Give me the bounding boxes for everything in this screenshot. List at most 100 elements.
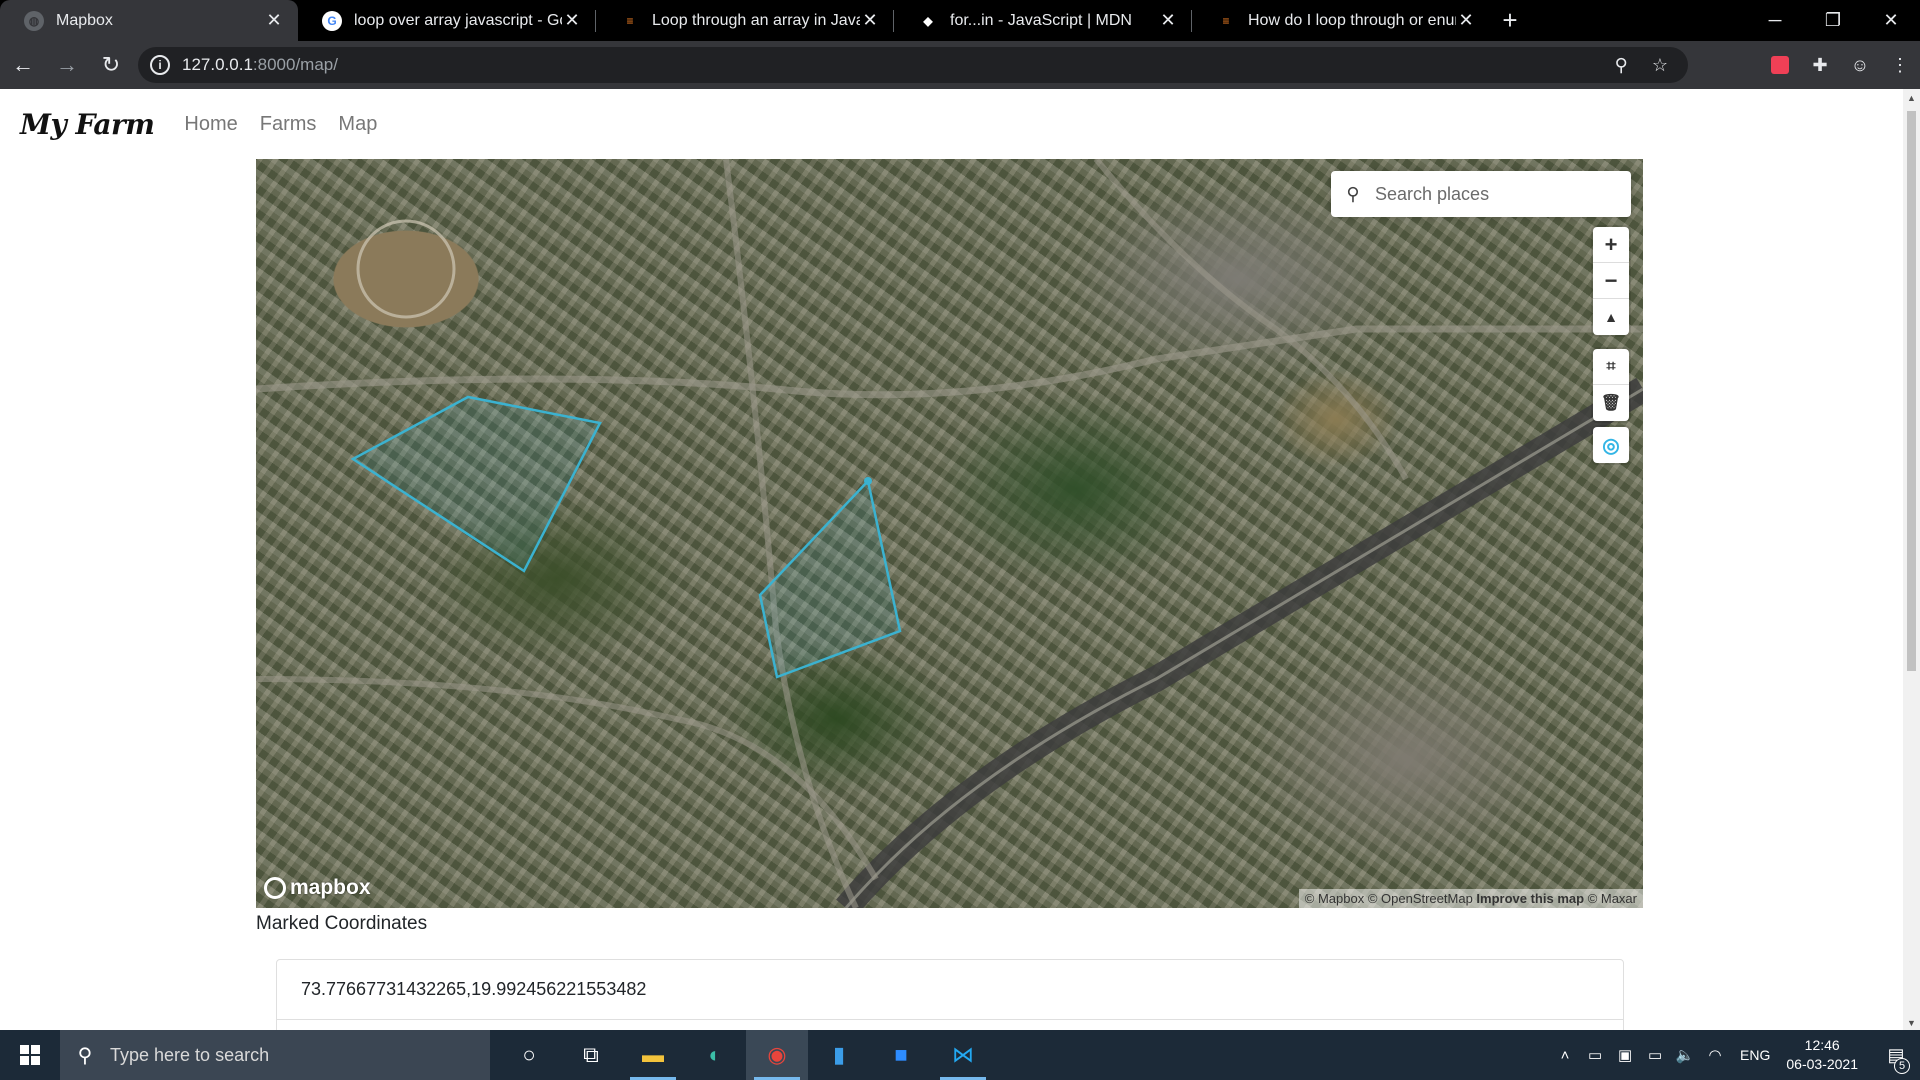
tab-google-search[interactable]: G loop over array javascript - Goog ✕ [298, 0, 596, 41]
system-tray: ˄ ▭ ▣ ▭ 🔈 ◠ ENG 12:46 06-03-2021 ▤ 5 [1550, 1030, 1920, 1080]
trash-icon[interactable]: 🗑 [1593, 385, 1629, 421]
notepad-icon[interactable]: ▮ [808, 1030, 870, 1080]
search-icon: ⚲ [77, 1044, 93, 1067]
volume-icon[interactable]: 🔈 [1670, 1046, 1700, 1064]
zoom-out-button[interactable]: − [1593, 263, 1629, 299]
scroll-down-icon[interactable]: ▼ [1903, 1018, 1920, 1028]
mdn-icon: ◆ [923, 13, 933, 28]
extensions-puzzle-icon[interactable]: ✚ [1800, 55, 1840, 76]
clock-date: 06-03-2021 [1786, 1056, 1858, 1072]
attribution-osm[interactable]: © OpenStreetMap [1368, 891, 1473, 906]
scroll-up-icon[interactable]: ▲ [1903, 93, 1920, 103]
file-explorer-icon[interactable]: ▬ [622, 1030, 684, 1080]
chrome-icon[interactable]: ◉ [746, 1030, 808, 1080]
tab-title: loop over array javascript - Goog [354, 11, 562, 29]
scrollbar-thumb[interactable] [1907, 111, 1916, 671]
map-search-box[interactable]: ⚲ [1331, 171, 1631, 217]
clock[interactable]: 12:46 06-03-2021 [1786, 1036, 1858, 1074]
close-icon[interactable]: ✕ [1158, 10, 1178, 31]
search-icon: ⚲ [1346, 183, 1360, 204]
marked-coordinates-title: Marked Coordinates [256, 913, 428, 934]
menu-kebab-icon[interactable]: ⋮ [1880, 55, 1920, 76]
close-window-icon[interactable]: ✕ [1862, 0, 1920, 41]
map-attribution: © Mapbox © OpenStreetMap Improve this ma… [1298, 889, 1643, 908]
cortana-icon[interactable]: ○ [498, 1030, 560, 1080]
tab-title: Loop through an array in JavaScr [652, 11, 860, 29]
draw-polygon-icon[interactable]: ⌗ [1593, 349, 1629, 385]
restore-icon[interactable]: ❐ [1804, 0, 1862, 41]
improve-map-link[interactable]: Improve this map [1476, 891, 1584, 906]
site-info-icon[interactable]: i [150, 55, 170, 75]
new-tab-button[interactable]: + [1490, 0, 1530, 41]
attribution-mapbox[interactable]: © Mapbox [1305, 891, 1364, 906]
nav-map[interactable]: Map [338, 113, 377, 136]
page-scrollbar[interactable]: ▲ ▼ [1903, 89, 1920, 1030]
stackoverflow-icon: ≡ [1222, 13, 1230, 28]
url-text[interactable]: 127.0.0.1:8000/map/ [182, 55, 338, 75]
cross-road [256, 676, 879, 881]
farm-polygon-1 [350, 395, 602, 573]
wifi-icon[interactable]: ◠ [1700, 1046, 1730, 1064]
chevron-up-icon[interactable]: ˄ [1550, 1047, 1580, 1064]
zoom-in-button[interactable]: + [1593, 227, 1629, 263]
search-places-input[interactable] [1375, 183, 1615, 205]
stackoverflow-icon: ≡ [626, 13, 634, 28]
windows-logo-icon [20, 1045, 40, 1065]
taskbar-search-placeholder: Type here to search [110, 1044, 270, 1065]
page-content: My Farm Home Farms Map ⚲ + − ▲ [0, 89, 1903, 1030]
task-view-icon[interactable]: ⧉ [560, 1030, 622, 1080]
bookmark-star-icon[interactable]: ☆ [1652, 55, 1668, 76]
main-highway [836, 377, 1643, 908]
farm-polygon-2 [758, 478, 902, 679]
vscode-icon[interactable]: ⋈ [932, 1030, 994, 1080]
map-roads-and-polygons [256, 159, 1643, 908]
nav-farms[interactable]: Farms [260, 113, 317, 136]
taskbar-apps: ○ ⧉ ▬ ◐ ◉ ▮ ■ ⋈ [498, 1030, 994, 1080]
attribution-maxar[interactable]: © Maxar [1588, 891, 1637, 906]
compass-icon[interactable]: ▲ [1593, 299, 1629, 335]
list-item-empty [277, 1020, 1623, 1030]
notifications-icon[interactable]: ▤ 5 [1872, 1045, 1920, 1074]
geolocate-control: ◎ [1593, 427, 1629, 463]
defender-icon[interactable]: ▣ [1610, 1046, 1640, 1064]
language-indicator[interactable]: ENG [1740, 1047, 1770, 1063]
satellite-map[interactable]: ⚲ + − ▲ ⌗ 🗑 ◎ mapbox © Mapbox © OpenStre… [256, 159, 1643, 908]
browser-tab-bar: ◍ Mapbox ✕ G loop over array javascript … [0, 0, 1920, 41]
window-controls: ─ ❐ ✕ [1746, 0, 1920, 41]
edge-icon[interactable]: ◐ [684, 1030, 746, 1080]
profile-avatar-icon[interactable]: ☺ [1840, 55, 1880, 76]
draw-control: ⌗ 🗑 [1593, 349, 1629, 421]
extensions-area: ✚ ☺ ⋮ [1760, 41, 1920, 89]
taskbar-search[interactable]: ⚲ Type here to search [60, 1030, 490, 1080]
site-navbar: My Farm Home Farms Map [0, 89, 1903, 159]
zoom-icon[interactable]: ■ [870, 1030, 932, 1080]
brand-logo[interactable]: My Farm [20, 108, 155, 141]
close-icon[interactable]: ✕ [1456, 10, 1476, 31]
minimize-icon[interactable]: ─ [1746, 0, 1804, 41]
location-pin-icon[interactable]: ⚲ [1615, 55, 1628, 76]
close-icon[interactable]: ✕ [264, 10, 284, 31]
forward-icon[interactable]: → [46, 44, 88, 86]
close-icon[interactable]: ✕ [860, 10, 880, 31]
sports-ground-track [356, 219, 456, 319]
close-icon[interactable]: ✕ [562, 10, 582, 31]
mapbox-logo[interactable]: mapbox [264, 876, 371, 900]
tab-title: Mapbox [56, 11, 113, 29]
tab-mdn[interactable]: ◆ for...in - JavaScript | MDN ✕ [894, 0, 1192, 41]
google-icon: G [322, 10, 342, 31]
geolocate-icon[interactable]: ◎ [1593, 427, 1629, 463]
meet-now-icon[interactable]: ▭ [1580, 1046, 1610, 1064]
back-icon[interactable]: ← [2, 44, 44, 86]
arterial-road [256, 325, 1643, 399]
tab-stackoverflow-1[interactable]: ≡ Loop through an array in JavaScr ✕ [596, 0, 894, 41]
address-bar[interactable]: i 127.0.0.1:8000/map/ ⚲ ☆ [138, 47, 1688, 83]
notification-count: 5 [1894, 1057, 1910, 1074]
reload-icon[interactable]: ↻ [90, 44, 132, 86]
nav-home[interactable]: Home [184, 113, 237, 136]
battery-icon[interactable]: ▭ [1640, 1046, 1670, 1064]
tab-stackoverflow-2[interactable]: ≡ How do I loop through or enume ✕ [1192, 0, 1490, 41]
pocket-extension-icon[interactable] [1771, 56, 1789, 74]
start-button[interactable] [0, 1030, 60, 1080]
tab-mapbox[interactable]: ◍ Mapbox ✕ [0, 0, 298, 41]
coordinates-list: 73.77667731432265,19.992456221553482 [276, 959, 1624, 1030]
